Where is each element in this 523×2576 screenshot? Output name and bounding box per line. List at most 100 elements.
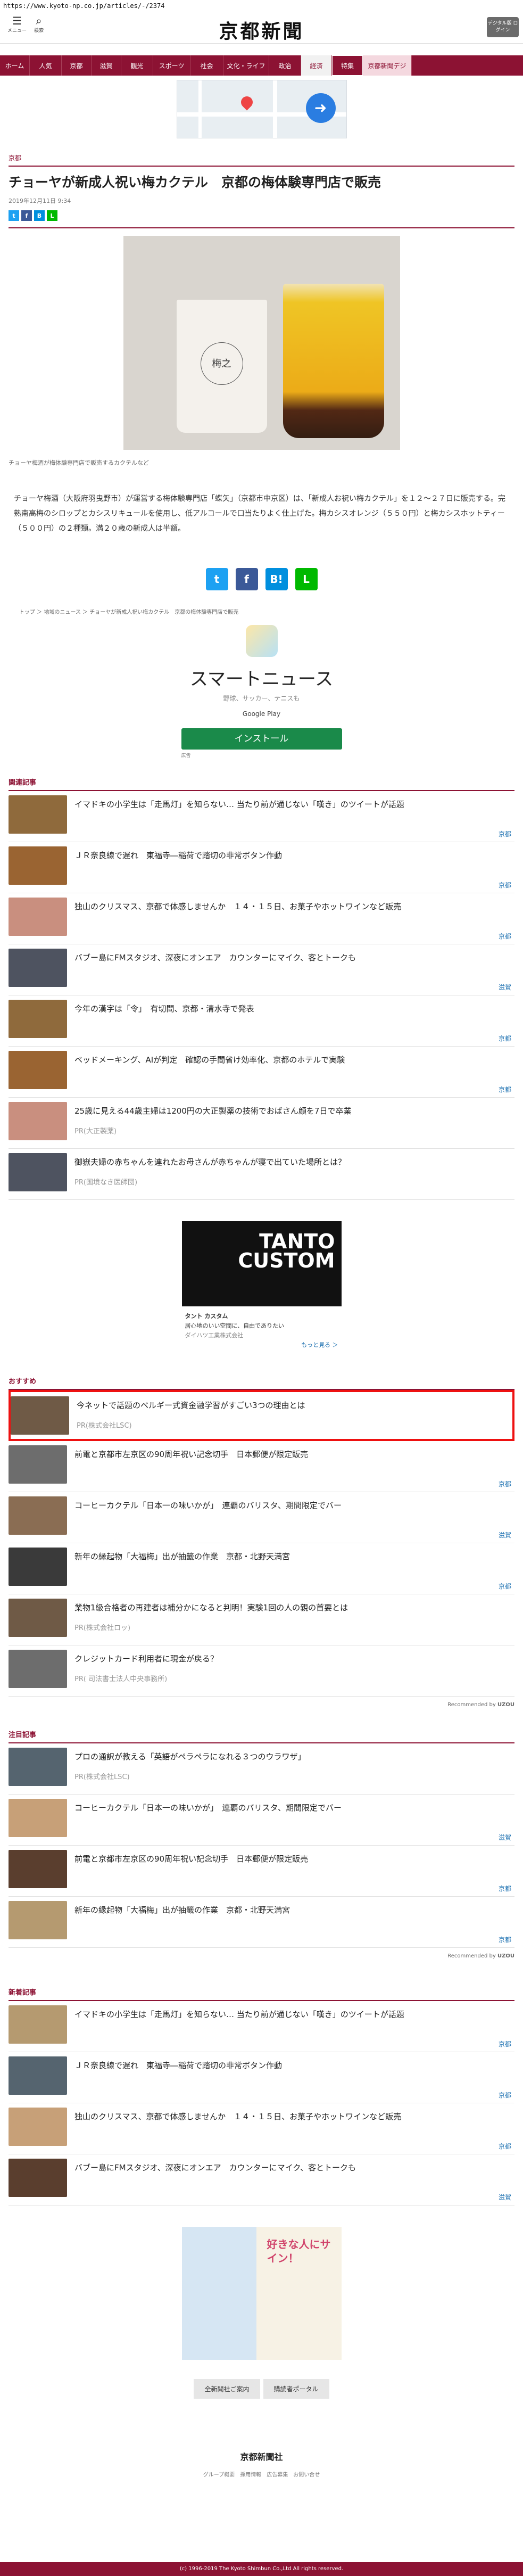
list-item[interactable]: イマドキの小学生は「走馬灯」を知らない… 当たり前が通じない「嘆き」のツイートが… <box>9 791 514 842</box>
item-title: 新年の縁起物「大福梅」出が抽籤の作業 京都・北野天満宮 <box>74 1905 290 1915</box>
item-tag[interactable]: 京都 <box>499 1582 511 1591</box>
thumbnail <box>9 2159 67 2197</box>
item-tag[interactable]: 京都 <box>499 880 511 890</box>
thumbnail <box>9 1153 67 1191</box>
item-title: バブー島にFMスタジオ、深夜にオンエア カウンターにマイク、客とトークも <box>74 953 356 962</box>
footer-button[interactable]: 全新聞社ご案内 <box>194 2379 260 2399</box>
item-tag[interactable]: 京都 <box>499 1034 511 1043</box>
line-share-icon[interactable]: L <box>47 210 57 221</box>
item-tag[interactable]: 滋賀 <box>499 983 511 992</box>
list-item[interactable]: 今ネットで話題のベルギー式資金融学習がすごい3つの理由とは PR(株式会社LSC) <box>9 1390 514 1441</box>
twitter-share-icon[interactable]: t <box>9 210 19 221</box>
item-sponsor: PR(株式会社ロッ) <box>74 1624 131 1632</box>
item-sponsor: PR(株式会社LSC) <box>77 1422 132 1430</box>
item-tag[interactable]: 京都 <box>499 1884 511 1893</box>
list-item[interactable]: イマドキの小学生は「走馬灯」を知らない… 当たり前が通じない「嘆き」のツイートが… <box>9 2001 514 2052</box>
article-category[interactable]: 京都 <box>9 153 514 167</box>
item-title: 前電と京都市左京区の90周年祝い記念切手 日本郵便が限定販売 <box>74 1450 309 1459</box>
list-item[interactable]: ＪＲ奈良線で遅れ 東福寺―稲荷で踏切の非常ボタン作動 京都 <box>9 842 514 893</box>
directions-icon[interactable]: ➜ <box>305 93 336 123</box>
nav-item[interactable]: ホーム <box>0 55 30 76</box>
item-title: 独山のクリスマス、京都で体感しませんか １４・１５日、お菓子やホットワインなど販… <box>74 2112 402 2121</box>
nav-item[interactable]: 文化・ライフ <box>223 55 269 76</box>
item-tag[interactable]: 滋賀 <box>499 1833 511 1842</box>
thumbnail <box>11 1396 69 1435</box>
nav-item[interactable]: 政治 <box>269 55 301 76</box>
attention-heading: 注目記事 <box>9 1729 514 1743</box>
login-button[interactable]: デジタル版 ログイン <box>487 17 519 37</box>
item-tag[interactable]: 京都 <box>499 829 511 838</box>
item-title: ＪＲ奈良線で遅れ 東福寺―稲荷で踏切の非常ボタン作動 <box>74 2061 283 2070</box>
thumbnail <box>9 1599 67 1637</box>
list-item[interactable]: コーヒーカクテル「日本一の味いかが」 連覇のバリスタ、期間限定でバー滋賀 <box>9 1795 514 1846</box>
item-tag[interactable]: 京都 <box>499 2039 511 2048</box>
item-tag[interactable]: 京都 <box>499 1935 511 1944</box>
facebook-share-icon[interactable]: f <box>235 568 258 590</box>
footer-logo[interactable]: 京都新聞社 <box>9 2450 514 2463</box>
item-tag[interactable]: 滋賀 <box>499 1530 511 1540</box>
item-title: コーヒーカクテル「日本一の味いかが」 連覇のバリスタ、期間限定でバー <box>74 1803 342 1813</box>
nav-item[interactable]: 人気 <box>30 55 62 76</box>
thumbnail <box>9 2108 67 2146</box>
car-ad[interactable]: TANTO CUSTOM タント カスタム 居心地のいい空間に、自由でありたい … <box>181 1221 342 1354</box>
line-share-icon[interactable]: L <box>295 568 318 590</box>
item-title: 今年の漢字は「令」 有切問、京都・清水寺で発表 <box>74 1004 254 1014</box>
list-item[interactable]: ベッドメーキング、AIが判定 確認の手間省け効率化、京都のホテルで実験 京都 <box>9 1047 514 1098</box>
list-item[interactable]: 今年の漢字は「令」 有切問、京都・清水寺で発表京都 <box>9 995 514 1047</box>
list-item[interactable]: 業物1級合格者の再建者は補分かになると判明！実験1回の人の親の首要とは PR(株式… <box>9 1594 514 1645</box>
list-item[interactable]: バブー島にFMスタジオ、深夜にオンエア カウンターにマイク、客とトークも滋賀 <box>9 944 514 995</box>
list-item[interactable]: 独山のクリスマス、京都で体感しませんか １４・１５日、お菓子やホットワインなど販… <box>9 2103 514 2154</box>
list-item[interactable]: バブー島にFMスタジオ、深夜にオンエア カウンターにマイク、客とトークも 滋賀 <box>9 2154 514 2205</box>
list-item[interactable]: コーヒーカクテル「日本一の味いかが」 連覇のバリスタ、期間限定でバー滋賀 <box>9 1492 514 1543</box>
item-tag[interactable]: 京都 <box>499 2091 511 2100</box>
item-tag[interactable]: 京都 <box>499 1085 511 1094</box>
list-item[interactable]: 新年の縁起物「大福梅」出が抽籤の作業 京都・北野天満宮 京都 <box>9 1543 514 1594</box>
copyright: (c) 1996-2019 The Kyoto Shimbun Co.,Ltd … <box>0 2562 523 2576</box>
nav-item[interactable]: 経済 <box>301 55 332 76</box>
footer-button[interactable]: 購読者ポータル <box>263 2379 329 2399</box>
item-sponsor: PR( 司法書士法人中央事務所) <box>74 1675 168 1683</box>
list-item[interactable]: 独山のクリスマス、京都で体感しませんか １４・１５日、お菓子やホットワインなど販… <box>9 893 514 944</box>
nav-item[interactable]: 観光 <box>121 55 153 76</box>
thumbnail <box>9 898 67 936</box>
manga-ad[interactable]: 好きな人にサイン！ <box>181 2227 342 2360</box>
related-heading: 関連記事 <box>9 777 514 791</box>
list-item[interactable]: クレジットカード利用者に現金が戻る？ PR( 司法書士法人中央事務所) <box>9 1645 514 1697</box>
item-tag[interactable]: 滋賀 <box>499 2193 511 2202</box>
nav-item[interactable]: 京都新聞デジ <box>363 55 412 76</box>
article-title: チョーヤが新成人祝い梅カクテル 京都の梅体験専門店で販売 <box>9 175 381 190</box>
list-item[interactable]: ＪＲ奈良線で遅れ 東福寺―稲荷で踏切の非常ボタン作動京都 <box>9 2052 514 2103</box>
item-tag[interactable]: 京都 <box>499 932 511 941</box>
nav-item[interactable]: 滋賀 <box>92 55 121 76</box>
breadcrumb[interactable]: トップ ＞ 地域のニュース ＞ チョーヤが新成人祝い梅カクテル 京都の梅体験専門… <box>9 607 514 615</box>
hatena-share-icon[interactable]: B! <box>265 568 288 590</box>
site-logo[interactable]: 京都新聞 <box>0 16 523 44</box>
install-button[interactable]: インストール <box>181 728 342 750</box>
item-tag[interactable]: 京都 <box>499 1479 511 1488</box>
thumbnail <box>9 1901 67 1939</box>
item-tag[interactable]: 京都 <box>499 2142 511 2151</box>
footer-links[interactable]: グループ概要 採用情報 広告募集 お問い合せ <box>9 2470 514 2478</box>
item-title: イマドキの小学生は「走馬灯」を知らない… 当たり前が通じない「嘆き」のツイートが… <box>74 800 404 809</box>
twitter-share-icon[interactable]: t <box>205 568 228 590</box>
facebook-share-icon[interactable]: f <box>21 210 32 221</box>
map-ad[interactable]: ➜ <box>176 80 347 138</box>
list-item[interactable]: 前電と京都市左京区の90周年祝い記念切手 日本郵便が限定販売 京都 <box>9 1846 514 1897</box>
list-item[interactable]: 25歳に見える44歳主婦は1200円の大正製薬の技術でおばさん顔を7日で卒業 PR… <box>9 1098 514 1149</box>
article-date: 2019年12月11日 9:34 <box>9 197 71 204</box>
nav-item[interactable]: スポーツ <box>153 55 190 76</box>
list-item[interactable]: 新年の縁起物「大福梅」出が抽籤の作業 京都・北野天満宮京都 <box>9 1897 514 1948</box>
list-item[interactable]: 御嶽夫婦の赤ちゃんを連れたお母さんが赤ちゃんが寝で出ていた場所とは？ PR(国境な… <box>9 1149 514 1200</box>
smartnews-ad[interactable]: スマートニュース 野球、サッカー、テニスも Google Play インストール… <box>181 625 342 759</box>
list-item[interactable]: プロの通訳が教える「英語がペラペラになれる３つのウラワザ」 PR(株式会社LSC) <box>9 1743 514 1795</box>
item-sponsor: PR(国境なき医師団) <box>74 1179 138 1187</box>
item-title: コーヒーカクテル「日本一の味いかが」 連覇のバリスタ、期間限定でバー <box>74 1501 342 1510</box>
nav-item[interactable]: 京都 <box>62 55 92 76</box>
thumbnail <box>9 1799 67 1837</box>
nav-item[interactable]: 社会 <box>190 55 223 76</box>
thumbnail <box>9 1051 67 1089</box>
hatena-share-icon[interactable]: B <box>34 210 45 221</box>
item-sponsor: PR(大正製薬) <box>74 1127 117 1135</box>
list-item[interactable]: 前電と京都市左京区の90周年祝い記念切手 日本郵便が限定販売京都 <box>9 1441 514 1492</box>
nav-item[interactable]: 特集 <box>332 55 363 76</box>
